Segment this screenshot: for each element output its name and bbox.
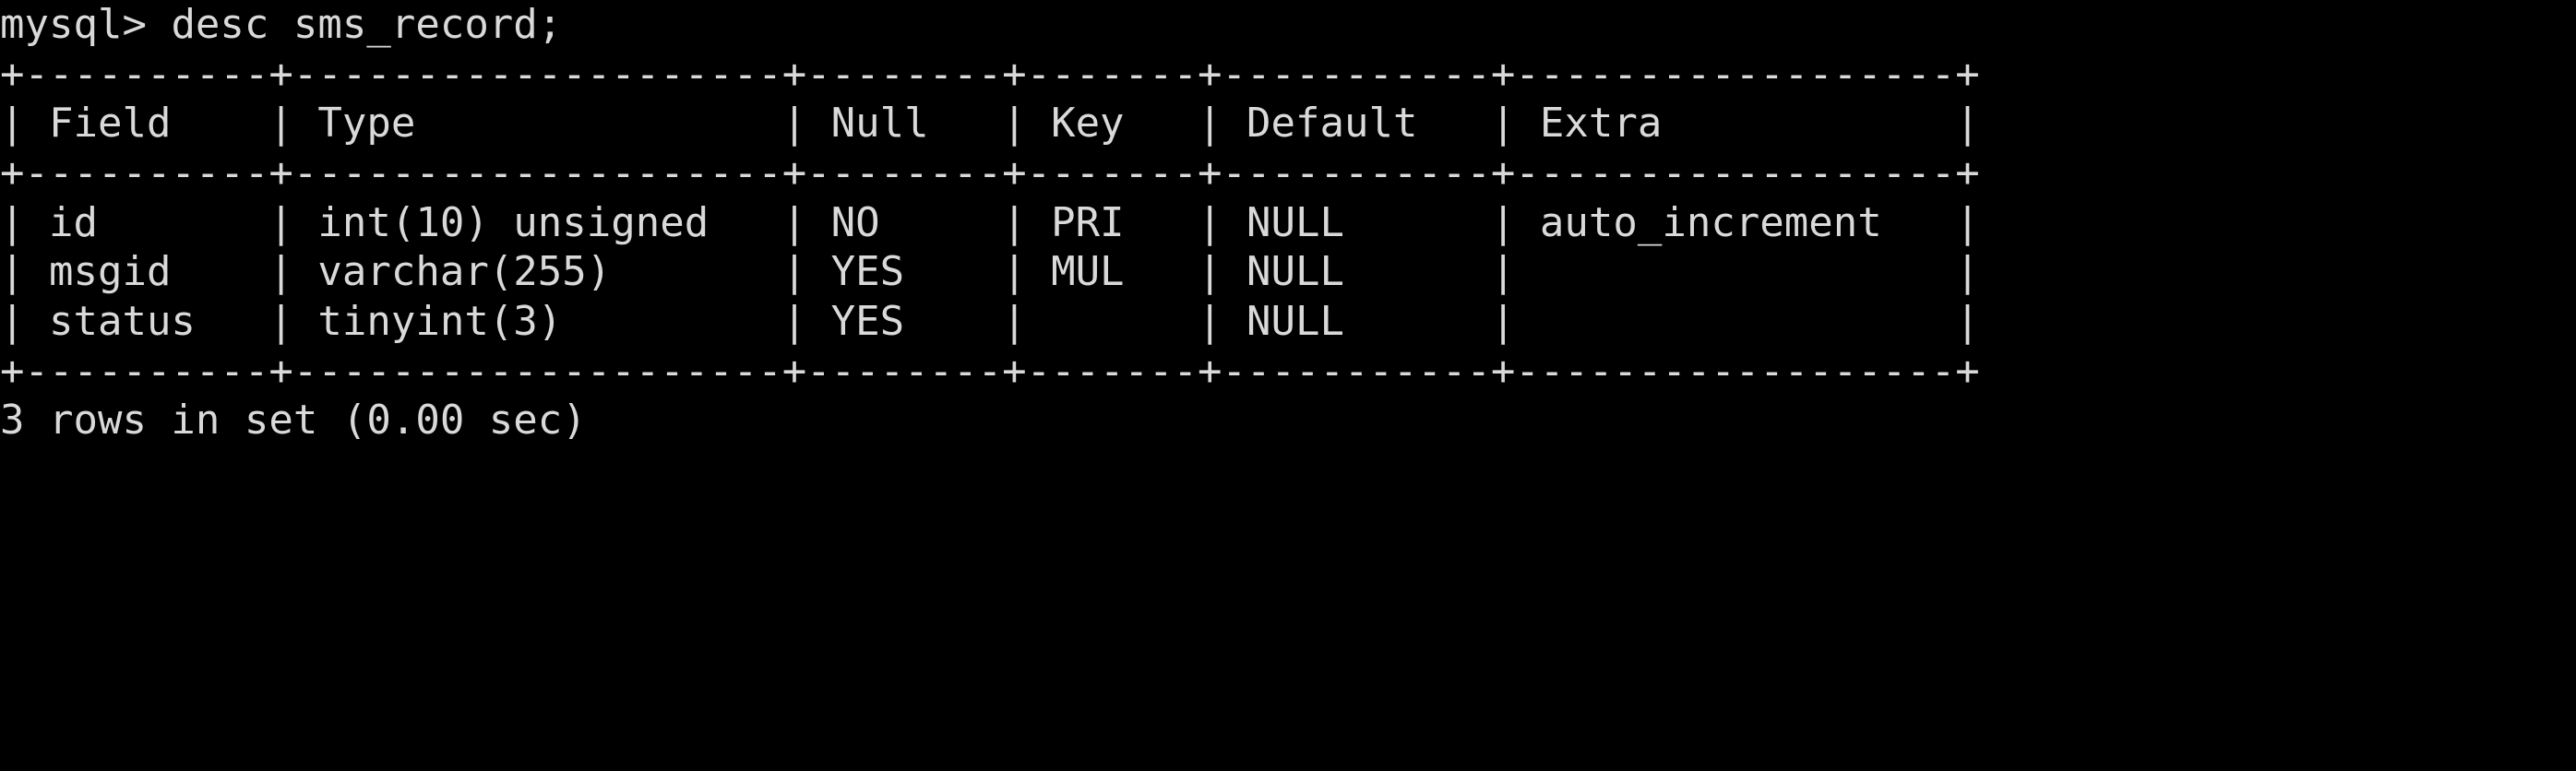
command-line[interactable]: mysql> desc sms_record; [0,0,2576,50]
table-border-bottom: +----------+--------------------+-------… [0,348,1980,395]
table-header-row: | Field | Type | Null | Key | Default | … [0,99,2576,148]
mysql-terminal: mysql> desc sms_record; +----------+----… [0,0,2576,445]
table-row: | status | tinyint(3) | YES | | NULL | | [0,297,2576,347]
sql-command: desc sms_record; [171,1,562,48]
result-footer: 3 rows in set (0.00 sec) [0,396,2576,445]
table-border-top: +----------+--------------------+-------… [0,51,1980,98]
table-row: | msgid | varchar(255) | YES | MUL | NUL… [0,247,2576,297]
table-row: | id | int(10) unsigned | NO | PRI | NUL… [0,198,2576,248]
mysql-prompt: mysql> [0,1,171,48]
table-border-mid: +----------+--------------------+-------… [0,149,1980,196]
